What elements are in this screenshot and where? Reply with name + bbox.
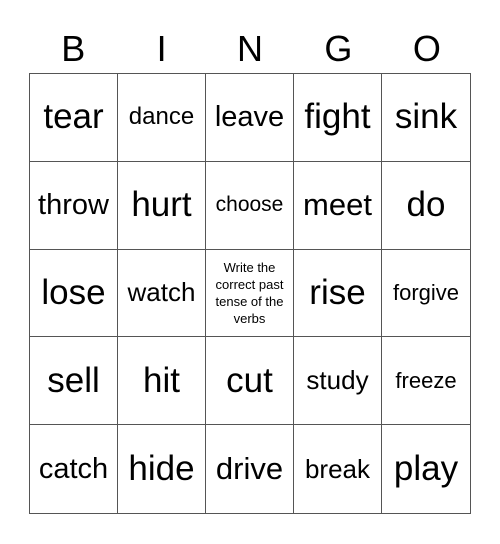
bingo-cell[interactable]: sink [382, 74, 470, 162]
bingo-cell[interactable]: freeze [382, 337, 470, 426]
bingo-cell[interactable]: catch [30, 425, 118, 513]
bingo-cell[interactable]: fight [294, 74, 382, 162]
bingo-cell[interactable]: sell [30, 337, 118, 426]
header-letter-o: O [412, 28, 441, 69]
bingo-grid: tear dance leave fight sink throw hurt c… [29, 73, 471, 514]
bingo-cell[interactable]: break [294, 425, 382, 513]
bingo-cell[interactable]: meet [294, 161, 382, 250]
bingo-cell[interactable]: rise [294, 249, 382, 338]
bingo-cell[interactable]: play [382, 425, 470, 513]
bingo-cell[interactable]: hit [118, 337, 206, 426]
bingo-header: B I N G O [29, 26, 471, 72]
free-space[interactable]: Write the correct past tense of the verb… [206, 249, 294, 338]
header-letter-g: G [324, 28, 353, 69]
bingo-cell[interactable]: hide [118, 425, 206, 513]
bingo-cell[interactable]: study [294, 337, 382, 426]
bingo-cell[interactable]: tear [30, 74, 118, 162]
bingo-cell[interactable]: cut [206, 337, 294, 426]
bingo-cell[interactable]: leave [206, 74, 294, 162]
bingo-cell[interactable]: hurt [118, 161, 206, 250]
bingo-cell[interactable]: dance [118, 74, 206, 162]
bingo-cell[interactable]: forgive [382, 250, 470, 338]
bingo-cell[interactable]: lose [30, 249, 118, 338]
header-letter-i: I [156, 28, 167, 69]
bingo-cell[interactable]: watch [118, 249, 206, 338]
bingo-cell[interactable]: do [382, 162, 470, 250]
bingo-cell[interactable]: throw [30, 161, 118, 250]
header-letter-n: N [237, 28, 264, 69]
bingo-cell[interactable]: choose [206, 161, 294, 250]
header-letter-b: B [61, 28, 86, 69]
bingo-cell[interactable]: drive [206, 425, 294, 513]
